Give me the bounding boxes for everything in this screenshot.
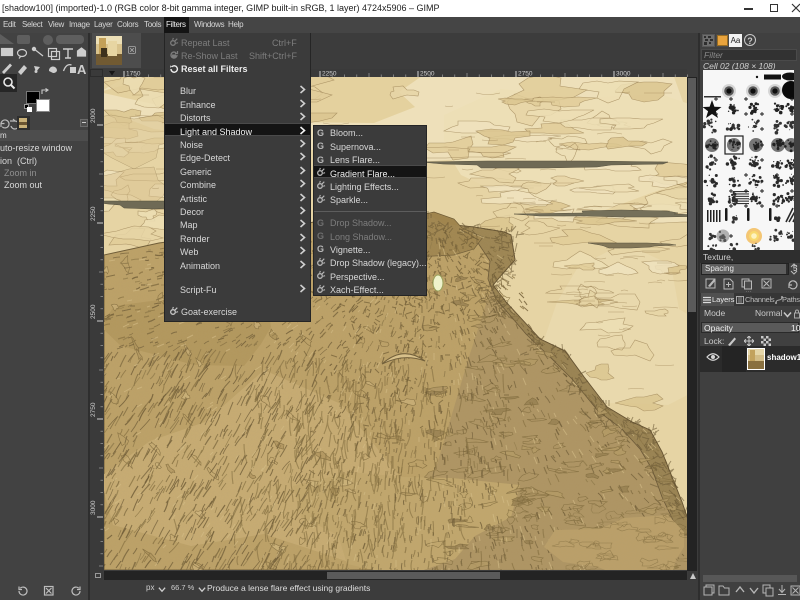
svg-text:2250: 2250 — [90, 206, 97, 221]
svg-text:2750: 2750 — [90, 402, 97, 417]
svg-text:2000: 2000 — [90, 108, 97, 123]
svg-text:2500: 2500 — [90, 304, 97, 319]
svg-text:3000: 3000 — [90, 500, 97, 515]
